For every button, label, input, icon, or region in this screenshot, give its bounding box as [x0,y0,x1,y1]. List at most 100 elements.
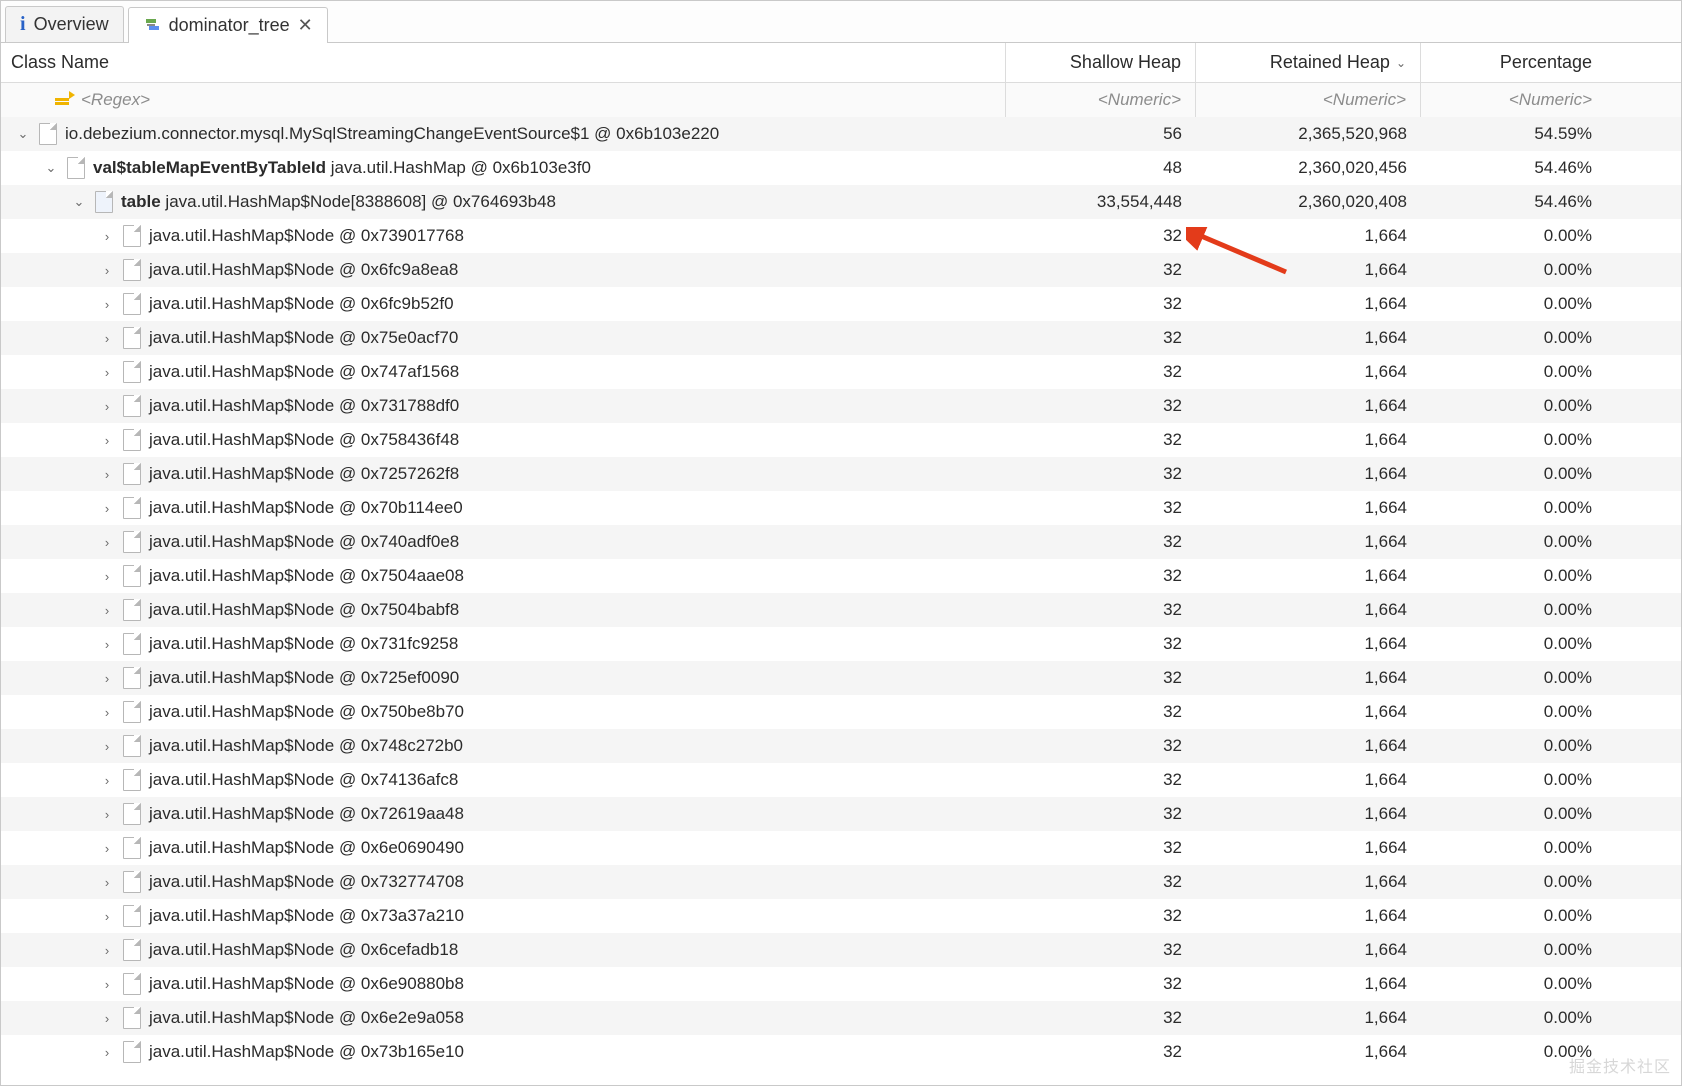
chevron-right-icon[interactable]: › [99,909,115,924]
tree-row[interactable]: ›java.util.HashMap$Node @ 0x732774708321… [1,865,1681,899]
tree-row[interactable]: ›java.util.HashMap$Node @ 0x750be8b70321… [1,695,1681,729]
chevron-right-icon[interactable]: › [99,977,115,992]
shallow-heap-value: 48 [1006,158,1196,178]
column-shallow-heap[interactable]: Shallow Heap [1006,43,1196,82]
tree-row[interactable]: ›java.util.HashMap$Node @ 0x7504babf8321… [1,593,1681,627]
tree-row[interactable]: ›java.util.HashMap$Node @ 0x74136afc8321… [1,763,1681,797]
tree-row[interactable]: ›java.util.HashMap$Node @ 0x725ef0090321… [1,661,1681,695]
tree-row[interactable]: ›java.util.HashMap$Node @ 0x70b114ee0321… [1,491,1681,525]
class-name-label: java.util.HashMap$Node @ 0x6fc9a8ea8 [149,260,458,280]
chevron-right-icon[interactable]: › [99,875,115,890]
retained-heap-value: 2,360,020,456 [1196,158,1421,178]
tree-row-name: ›java.util.HashMap$Node @ 0x740adf0e8 [1,531,1006,553]
chevron-right-icon[interactable]: › [99,263,115,278]
chevron-right-icon[interactable]: › [99,943,115,958]
shallow-heap-value: 56 [1006,124,1196,144]
class-name-label: java.util.HashMap$Node @ 0x75e0acf70 [149,328,458,348]
filter-shallow[interactable]: <Numeric> [1006,83,1196,117]
tree-row[interactable]: ›java.util.HashMap$Node @ 0x7257262f8321… [1,457,1681,491]
chevron-down-icon[interactable]: ⌄ [43,160,59,176]
retained-heap-value: 1,664 [1196,906,1421,926]
tree-row[interactable]: ›java.util.HashMap$Node @ 0x6cefadb18321… [1,933,1681,967]
tree-row[interactable]: ›java.util.HashMap$Node @ 0x747af1568321… [1,355,1681,389]
close-icon[interactable]: ✕ [298,15,313,36]
column-class-name[interactable]: Class Name [1,43,1006,82]
tree-row[interactable]: ›java.util.HashMap$Node @ 0x740adf0e8321… [1,525,1681,559]
chevron-right-icon[interactable]: › [99,739,115,754]
class-name-label: java.util.HashMap$Node @ 0x6e2e9a058 [149,1008,464,1028]
chevron-right-icon[interactable]: › [99,535,115,550]
tree-row[interactable]: ⌄io.debezium.connector.mysql.MySqlStream… [1,117,1681,151]
tab-overview[interactable]: i Overview [5,6,124,42]
tree-row[interactable]: ›java.util.HashMap$Node @ 0x748c272b0321… [1,729,1681,763]
column-retained-heap[interactable]: Retained Heap ⌄ [1196,43,1421,82]
chevron-right-icon[interactable]: › [99,1045,115,1060]
tree-row-name: ›java.util.HashMap$Node @ 0x758436f48 [1,429,1006,451]
tree-row-name: ›java.util.HashMap$Node @ 0x7257262f8 [1,463,1006,485]
tree-row[interactable]: ⌄val$tableMapEventByTableId java.util.Ha… [1,151,1681,185]
chevron-right-icon[interactable]: › [99,569,115,584]
tree-row[interactable]: ›java.util.HashMap$Node @ 0x6fc9a8ea8321… [1,253,1681,287]
filter-pct[interactable]: <Numeric> [1421,83,1606,117]
tree-row[interactable]: ›java.util.HashMap$Node @ 0x731788df0321… [1,389,1681,423]
shallow-heap-value: 32 [1006,1042,1196,1062]
file-icon [123,327,141,349]
tree-row[interactable]: ›java.util.HashMap$Node @ 0x72619aa48321… [1,797,1681,831]
shallow-heap-value: 32 [1006,736,1196,756]
chevron-right-icon[interactable]: › [99,1011,115,1026]
tree-row[interactable]: ›java.util.HashMap$Node @ 0x6e2e9a058321… [1,1001,1681,1035]
chevron-right-icon[interactable]: › [99,229,115,244]
file-icon [123,633,141,655]
chevron-right-icon[interactable]: › [99,841,115,856]
class-name-label: java.util.HashMap$Node @ 0x748c272b0 [149,736,463,756]
tree-row[interactable]: ›java.util.HashMap$Node @ 0x6e90880b8321… [1,967,1681,1001]
chevron-right-icon[interactable]: › [99,365,115,380]
percentage-value: 0.00% [1421,974,1606,994]
tree-row[interactable]: ›java.util.HashMap$Node @ 0x6e0690490321… [1,831,1681,865]
filter-placeholder: <Numeric> [1098,90,1181,110]
chevron-down-icon[interactable]: ⌄ [71,194,87,210]
tree-body[interactable]: ⌄io.debezium.connector.mysql.MySqlStream… [1,117,1681,1085]
tree-row[interactable]: ›java.util.HashMap$Node @ 0x7504aae08321… [1,559,1681,593]
file-icon [123,973,141,995]
column-label: Shallow Heap [1070,52,1181,73]
chevron-right-icon[interactable]: › [99,603,115,618]
chevron-right-icon[interactable]: › [99,637,115,652]
shallow-heap-value: 33,554,448 [1006,192,1196,212]
tree-row-name: ›java.util.HashMap$Node @ 0x732774708 [1,871,1006,893]
chevron-right-icon[interactable]: › [99,807,115,822]
tree-row[interactable]: ›java.util.HashMap$Node @ 0x6fc9b52f0321… [1,287,1681,321]
percentage-value: 0.00% [1421,906,1606,926]
column-percentage[interactable]: Percentage [1421,43,1606,82]
tree-row[interactable]: ›java.util.HashMap$Node @ 0x75e0acf70321… [1,321,1681,355]
shallow-heap-value: 32 [1006,532,1196,552]
chevron-right-icon[interactable]: › [99,331,115,346]
tree-row[interactable]: ›java.util.HashMap$Node @ 0x758436f48321… [1,423,1681,457]
shallow-heap-value: 32 [1006,974,1196,994]
chevron-right-icon[interactable]: › [99,671,115,686]
retained-heap-value: 1,664 [1196,328,1421,348]
chevron-right-icon[interactable]: › [99,705,115,720]
file-icon [123,497,141,519]
tab-dominator-tree[interactable]: dominator_tree ✕ [128,7,328,43]
file-icon [123,871,141,893]
chevron-right-icon[interactable]: › [99,467,115,482]
class-name-label: java.util.HashMap$Node @ 0x74136afc8 [149,770,458,790]
tree-row[interactable]: ›java.util.HashMap$Node @ 0x731fc9258321… [1,627,1681,661]
file-icon [39,123,57,145]
chevron-right-icon[interactable]: › [99,773,115,788]
tree-row[interactable]: ⌄table java.util.HashMap$Node[8388608] @… [1,185,1681,219]
chevron-right-icon[interactable]: › [99,433,115,448]
filter-retained[interactable]: <Numeric> [1196,83,1421,117]
chevron-right-icon[interactable]: › [99,501,115,516]
tree-row-name: › java.util.HashMap$Node @ 0x6e2e9a058 [1,1007,1006,1029]
tree-row[interactable]: ›java.util.HashMap$Node @ 0x73b165e10321… [1,1035,1681,1069]
filter-class-name[interactable]: <Regex> [1,83,1006,117]
tree-row-name: ⌄table java.util.HashMap$Node[8388608] @… [1,191,1006,213]
tree-row[interactable]: ›java.util.HashMap$Node @ 0x739017768321… [1,219,1681,253]
tree-row[interactable]: ›java.util.HashMap$Node @ 0x73a37a210321… [1,899,1681,933]
chevron-down-icon[interactable]: ⌄ [15,126,31,142]
tree-row-name: ›java.util.HashMap$Node @ 0x73b165e10 [1,1041,1006,1063]
chevron-right-icon[interactable]: › [99,297,115,312]
chevron-right-icon[interactable]: › [99,399,115,414]
